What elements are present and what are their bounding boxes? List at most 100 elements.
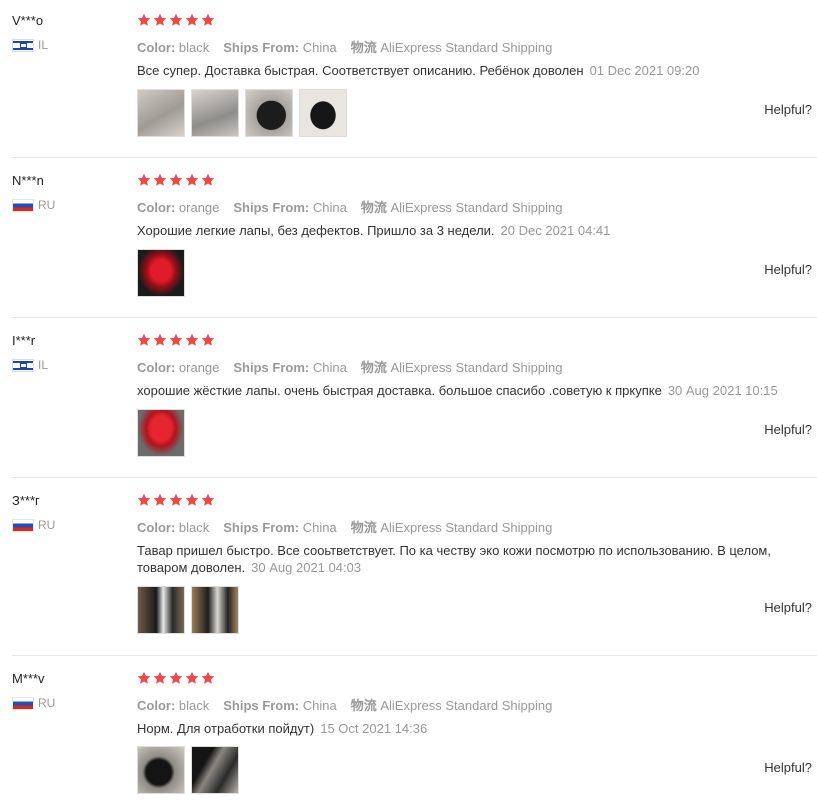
helpful-button[interactable]: Helpful? — [764, 760, 812, 775]
star-icon — [153, 173, 167, 186]
star-icon — [201, 13, 215, 26]
star-icon — [153, 333, 167, 346]
star-icon — [137, 493, 151, 506]
review-date: 30 Aug 2021 10:15 — [667, 383, 778, 398]
review-divider — [12, 477, 817, 478]
ships-label: Ships From: — [233, 200, 310, 215]
star-icon — [169, 13, 183, 26]
review-photo[interactable] — [137, 249, 185, 297]
color-label: Color: — [137, 200, 176, 215]
review-body: Все супер. Доставка быстрая. Соответству… — [137, 63, 584, 78]
reviewer-country: RU — [12, 518, 55, 532]
reviewer-country: RU — [12, 198, 55, 212]
review-date: 15 Oct 2021 14:36 — [320, 721, 428, 736]
color-value: black — [178, 40, 210, 55]
star-icon — [137, 173, 151, 186]
country-code: RU — [38, 696, 56, 710]
color-label: Color: — [137, 360, 176, 375]
country-code: RU — [38, 518, 56, 532]
review-photo[interactable] — [137, 409, 185, 457]
logistics-value: AliExpress Standard Shipping — [380, 698, 553, 713]
star-icon — [185, 671, 199, 684]
ships-value: China — [302, 520, 337, 535]
reviewer-name: N***n — [12, 173, 44, 188]
logistics-value: AliExpress Standard Shipping — [380, 520, 553, 535]
color-label: Color: — [137, 520, 176, 535]
logistics-value: AliExpress Standard Shipping — [390, 360, 563, 375]
logistics-label: 物流 — [350, 698, 377, 713]
review-body: Хорошие легкие лапы, без дефектов. Пришл… — [137, 223, 495, 238]
star-icon — [169, 173, 183, 186]
helpful-button[interactable]: Helpful? — [764, 262, 812, 277]
star-icon — [137, 333, 151, 346]
review-photos — [137, 249, 185, 297]
review-body: Тавар пришел быстро. Все сооьтветствует.… — [137, 543, 771, 575]
review-date: 30 Aug 2021 04:03 — [251, 560, 362, 575]
israel-flag-icon — [12, 358, 34, 372]
review-photos — [137, 586, 239, 634]
star-icon — [185, 13, 199, 26]
star-icon — [185, 173, 199, 186]
reviewer-name: M***v — [12, 671, 45, 686]
review-photos — [137, 89, 347, 137]
ships-value: China — [312, 360, 347, 375]
review-photo[interactable] — [137, 586, 185, 634]
review-photo[interactable] — [191, 89, 239, 137]
review-photo[interactable] — [191, 586, 239, 634]
logistics-value: AliExpress Standard Shipping — [380, 40, 553, 55]
rating-stars — [137, 333, 215, 347]
logistics-label: 物流 — [350, 520, 377, 535]
logistics-label: 物流 — [360, 360, 387, 375]
review-photo[interactable] — [137, 89, 185, 137]
star-icon — [137, 671, 151, 684]
ships-label: Ships From: — [223, 520, 300, 535]
star-icon — [169, 671, 183, 684]
review-date: 20 Dec 2021 04:41 — [500, 223, 611, 238]
review-photo[interactable] — [299, 89, 347, 137]
helpful-button[interactable]: Helpful? — [764, 600, 812, 615]
russia-flag-icon — [12, 696, 34, 710]
star-icon — [153, 671, 167, 684]
star-icon — [201, 493, 215, 506]
review-date: 01 Dec 2021 09:20 — [589, 63, 700, 78]
ships-value: China — [302, 698, 337, 713]
reviewer-country: IL — [12, 358, 48, 372]
star-icon — [185, 493, 199, 506]
rating-stars — [137, 173, 215, 187]
review-photos — [137, 409, 185, 457]
review-photo[interactable] — [245, 89, 293, 137]
color-label: Color: — [137, 698, 176, 713]
star-icon — [169, 333, 183, 346]
helpful-button[interactable]: Helpful? — [764, 422, 812, 437]
review-text: Хорошие легкие лапы, без дефектов. Пришл… — [137, 222, 812, 239]
reviewer-name: З***г — [12, 493, 40, 508]
reviewer-country: RU — [12, 696, 55, 710]
color-value: black — [178, 698, 210, 713]
color-label: Color: — [137, 40, 176, 55]
review-divider — [12, 317, 817, 318]
russia-flag-icon — [12, 518, 34, 532]
star-icon — [201, 173, 215, 186]
star-icon — [137, 13, 151, 26]
star-icon — [201, 671, 215, 684]
star-icon — [201, 333, 215, 346]
reviewer-name: I***r — [12, 333, 36, 348]
review-meta: Color: black Ships From: China 物流 AliExpre… — [137, 517, 552, 536]
review-photo[interactable] — [137, 746, 185, 794]
ships-value: China — [302, 40, 337, 55]
star-icon — [185, 333, 199, 346]
rating-stars — [137, 13, 215, 27]
logistics-value: AliExpress Standard Shipping — [390, 200, 563, 215]
helpful-button[interactable]: Helpful? — [764, 102, 812, 117]
review-text: хорошие жёсткие лапы. очень быстрая дост… — [137, 382, 812, 399]
ships-label: Ships From: — [223, 40, 300, 55]
star-icon — [153, 493, 167, 506]
color-value: orange — [178, 360, 220, 375]
country-code: IL — [38, 358, 49, 372]
review-photo[interactable] — [191, 746, 239, 794]
country-code: RU — [38, 198, 56, 212]
review-text: Все супер. Доставка быстрая. Соответству… — [137, 62, 812, 79]
ships-label: Ships From: — [223, 698, 300, 713]
review-body: хорошие жёсткие лапы. очень быстрая дост… — [137, 383, 662, 398]
review-text: Норм. Для отработки пойдут) 15 Oct 2021 1… — [137, 720, 812, 737]
